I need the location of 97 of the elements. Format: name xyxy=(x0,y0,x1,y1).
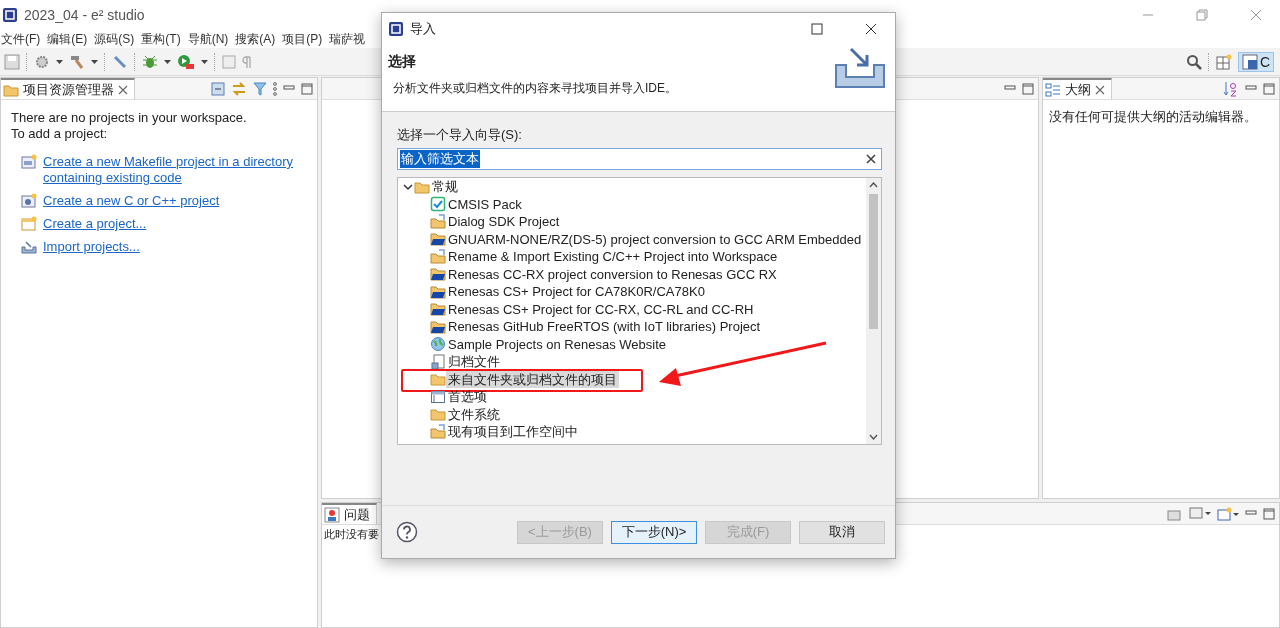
dropdown-icon[interactable] xyxy=(164,59,171,64)
tree-item[interactable]: Rename & Import Existing C/C++ Project into Workspace xyxy=(446,248,780,266)
menu-item[interactable]: 文件(F) xyxy=(0,30,47,48)
folder-icon xyxy=(430,301,446,318)
tree-item[interactable]: Renesas CC-RX project conversion to Renesas GCC RX xyxy=(446,265,779,283)
scroll-down-icon[interactable] xyxy=(869,434,878,440)
folder-icon xyxy=(430,231,446,248)
app-icon xyxy=(388,21,404,37)
message-text: 没有任何可提供大纲的活动编辑器。 xyxy=(1048,108,1258,126)
tree-item[interactable]: CMSIS Pack xyxy=(446,195,524,213)
message-text: There are no projects in your workspace. xyxy=(11,110,248,126)
globe-icon xyxy=(430,336,446,353)
dropdown-icon[interactable] xyxy=(91,59,98,64)
folder-icon xyxy=(430,283,446,300)
dialog-button[interactable]: 下一步(N)> xyxy=(611,520,697,544)
tree-item[interactable]: 文件系统 xyxy=(446,405,502,423)
dialog-button[interactable]: 取消 xyxy=(799,520,885,544)
folder-icon xyxy=(430,318,446,335)
menu-item[interactable]: 项目(P) xyxy=(281,30,329,48)
menu-item[interactable]: 导航(N) xyxy=(186,30,235,48)
dialog-heading: 选择 xyxy=(388,53,417,71)
tree-item[interactable]: Renesas GitHub FreeRTOS (with IoT libraries) Project xyxy=(446,318,763,336)
more-icon[interactable] xyxy=(273,81,277,96)
file-icon xyxy=(21,154,37,170)
save-icon[interactable] xyxy=(4,53,20,70)
folder-icon xyxy=(430,423,446,440)
filter-icon[interactable] xyxy=(253,81,267,96)
scroll-thumb[interactable] xyxy=(869,194,878,329)
import-tray-icon xyxy=(833,45,887,89)
filter-field[interactable]: 输入筛选文本 xyxy=(397,148,882,170)
link[interactable]: Create a new C or C++ project xyxy=(43,193,298,209)
search-icon[interactable] xyxy=(1185,53,1202,70)
message-text: To add a project: xyxy=(11,126,109,142)
run-icon[interactable] xyxy=(177,53,195,70)
window-icon xyxy=(1241,53,1258,70)
dialog-title: 导入 xyxy=(410,20,436,38)
menu-item[interactable]: 瑞萨视 xyxy=(328,30,372,48)
help-icon[interactable] xyxy=(396,521,418,543)
window-title: 2023_04 - e² studio xyxy=(24,7,145,23)
collapse-all-icon[interactable] xyxy=(211,81,225,96)
maximize-icon[interactable] xyxy=(301,82,313,95)
close-icon[interactable] xyxy=(118,84,128,95)
maximize-icon xyxy=(811,23,823,35)
new-window-icon[interactable] xyxy=(1217,506,1239,521)
tree-item[interactable]: 现有项目到工作空间中 xyxy=(446,423,580,441)
tree-item[interactable]: Dialog SDK Project xyxy=(446,213,562,231)
bug-icon[interactable] xyxy=(142,53,158,70)
close-icon xyxy=(1250,9,1262,21)
panel-tab[interactable]: 问题 xyxy=(322,503,377,524)
file-icon xyxy=(21,193,37,209)
menu-item[interactable]: 重构(T) xyxy=(140,30,187,48)
dialog-description: 分析文件夹或归档文件的内容来寻找项目并导入IDE。 xyxy=(392,80,678,97)
open-perspective-icon[interactable] xyxy=(1215,53,1232,70)
checkbox-icon xyxy=(430,196,446,213)
window-icon xyxy=(430,388,446,405)
tree-item[interactable]: Renesas CS+ Project for CC-RX, CC-RL and CC-RH xyxy=(446,300,756,318)
maximize-icon[interactable] xyxy=(1263,507,1275,520)
link[interactable]: Create a new Makefile project in a directory containing existing code xyxy=(43,154,298,186)
link[interactable]: Create a project... xyxy=(43,216,298,232)
tree-item[interactable]: 首选项 xyxy=(446,388,489,406)
clear-icon[interactable] xyxy=(866,154,876,164)
tree-item[interactable]: Renesas CS+ Project for CA78K0R/CA78K0 xyxy=(446,283,707,301)
tree-item[interactable]: 归档文件 xyxy=(446,353,502,371)
menu-item[interactable]: 编辑(E) xyxy=(46,30,94,48)
archive-icon xyxy=(430,353,446,370)
field-label: 选择一个导入向导(S): xyxy=(397,126,523,144)
tree-item[interactable]: 常规 xyxy=(430,178,460,196)
restore-icon xyxy=(1196,9,1208,21)
close-icon xyxy=(865,23,877,35)
panel-tab[interactable]: 大纲 xyxy=(1043,78,1112,99)
tray-icon xyxy=(21,239,37,255)
close-icon[interactable] xyxy=(1095,84,1105,95)
folder-icon xyxy=(430,266,446,283)
folder-icon xyxy=(430,406,446,423)
link[interactable]: Import projects... xyxy=(43,239,298,255)
dropdown-icon[interactable] xyxy=(201,59,208,64)
view-menu-icon[interactable] xyxy=(1189,506,1211,521)
perspective-button[interactable]: C xyxy=(1237,51,1274,72)
outline-icon xyxy=(1045,81,1061,98)
window-icon xyxy=(21,216,37,232)
panel-tab[interactable]: 项目资源管理器 xyxy=(1,78,135,99)
hammer-icon[interactable] xyxy=(69,53,85,70)
dropdown-icon[interactable] xyxy=(56,59,63,64)
maximize-icon[interactable] xyxy=(1022,82,1034,95)
tree-item[interactable]: Sample Projects on Renesas Website xyxy=(446,335,668,353)
message-text: 此时没有要 xyxy=(323,527,380,542)
maximize-icon[interactable] xyxy=(1263,82,1275,95)
scrollbar[interactable] xyxy=(866,178,881,444)
tree-item[interactable]: GNUARM-NONE/RZ(DS-5) project conversion to GCC ARM Embedded xyxy=(446,230,864,248)
menu-item[interactable]: 源码(S) xyxy=(93,30,141,48)
scroll-up-icon[interactable] xyxy=(869,182,878,188)
gear-icon[interactable] xyxy=(34,53,50,70)
menu-item[interactable]: 搜索(A) xyxy=(234,30,282,48)
pilcrow-icon[interactable] xyxy=(242,54,252,69)
sort-icon[interactable] xyxy=(1223,80,1239,97)
folder-icon xyxy=(430,213,446,230)
folder-icon xyxy=(430,248,446,265)
